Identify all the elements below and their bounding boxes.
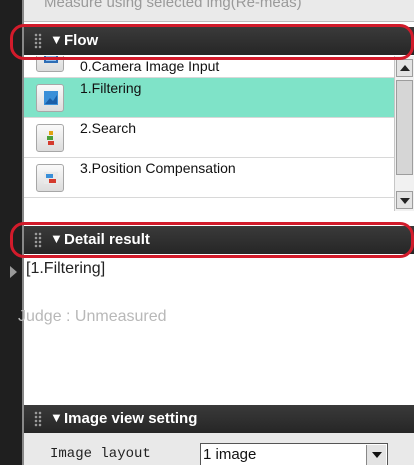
flow-item-position-compensation[interactable]: 3.Position Compensation xyxy=(24,158,394,198)
collapse-triangle-icon: ▼ xyxy=(50,231,63,246)
left-dark-strip xyxy=(0,0,22,465)
flow-item-camera-image-input[interactable]: 0.Camera Image Input xyxy=(24,56,394,78)
flow-item-label: 1.Filtering xyxy=(80,80,142,96)
flow-item-filtering[interactable]: 1.Filtering xyxy=(24,78,394,118)
image-layout-select[interactable]: 1 image xyxy=(200,443,388,465)
collapse-triangle-icon: ▼ xyxy=(50,410,63,425)
flow-item-search[interactable]: 2.Search xyxy=(24,118,394,158)
image-view-settings: Image layout 1 image xyxy=(24,433,414,465)
remeasure-option[interactable]: Measure using selected img(Re-meas) xyxy=(24,0,414,22)
search-icon xyxy=(36,124,64,152)
scroll-thumb[interactable] xyxy=(396,80,413,175)
flow-scrollbar[interactable] xyxy=(394,56,414,211)
detail-header-label: Detail result xyxy=(64,231,150,248)
collapse-triangle-icon: ▼ xyxy=(50,32,63,47)
image-layout-label: Image layout xyxy=(50,446,151,462)
grip-icon xyxy=(34,232,42,248)
remeasure-option-label: Measure using selected img(Re-meas) xyxy=(44,0,302,11)
flow-item-label: 0.Camera Image Input xyxy=(80,58,220,74)
flow-header-label: Flow xyxy=(64,32,99,49)
camera-icon xyxy=(36,56,64,72)
settings-panel: Measure using selected img(Re-meas) ▼ Fl… xyxy=(18,0,414,465)
scroll-down-button[interactable] xyxy=(396,191,413,209)
scroll-up-button[interactable] xyxy=(396,59,413,77)
grip-icon xyxy=(34,33,42,49)
flow-item-label: 3.Position Compensation xyxy=(80,160,236,176)
image-layout-value: 1 image xyxy=(203,446,257,463)
flow-list: 0.Camera Image Input 1.Filtering 2.Searc… xyxy=(24,56,394,211)
grip-icon xyxy=(34,411,42,427)
position-compensation-icon xyxy=(36,164,64,192)
flow-section-header[interactable]: ▼ Flow xyxy=(24,27,414,55)
expand-arrow-icon[interactable] xyxy=(10,266,17,278)
image-view-header-label: Image view setting xyxy=(64,410,198,427)
filter-icon xyxy=(36,84,64,112)
detail-result-area: [1.Filtering] Judge : Unmeasured xyxy=(18,254,414,404)
judge-status: Judge : Unmeasured xyxy=(18,308,167,325)
flow-item-label: 2.Search xyxy=(80,120,137,136)
result-unit-title: [1.Filtering] xyxy=(26,260,106,277)
detail-result-section-header[interactable]: ▼ Detail result xyxy=(24,226,414,254)
image-view-setting-header[interactable]: ▼ Image view setting xyxy=(24,405,414,433)
dropdown-arrow-icon[interactable] xyxy=(366,445,386,465)
